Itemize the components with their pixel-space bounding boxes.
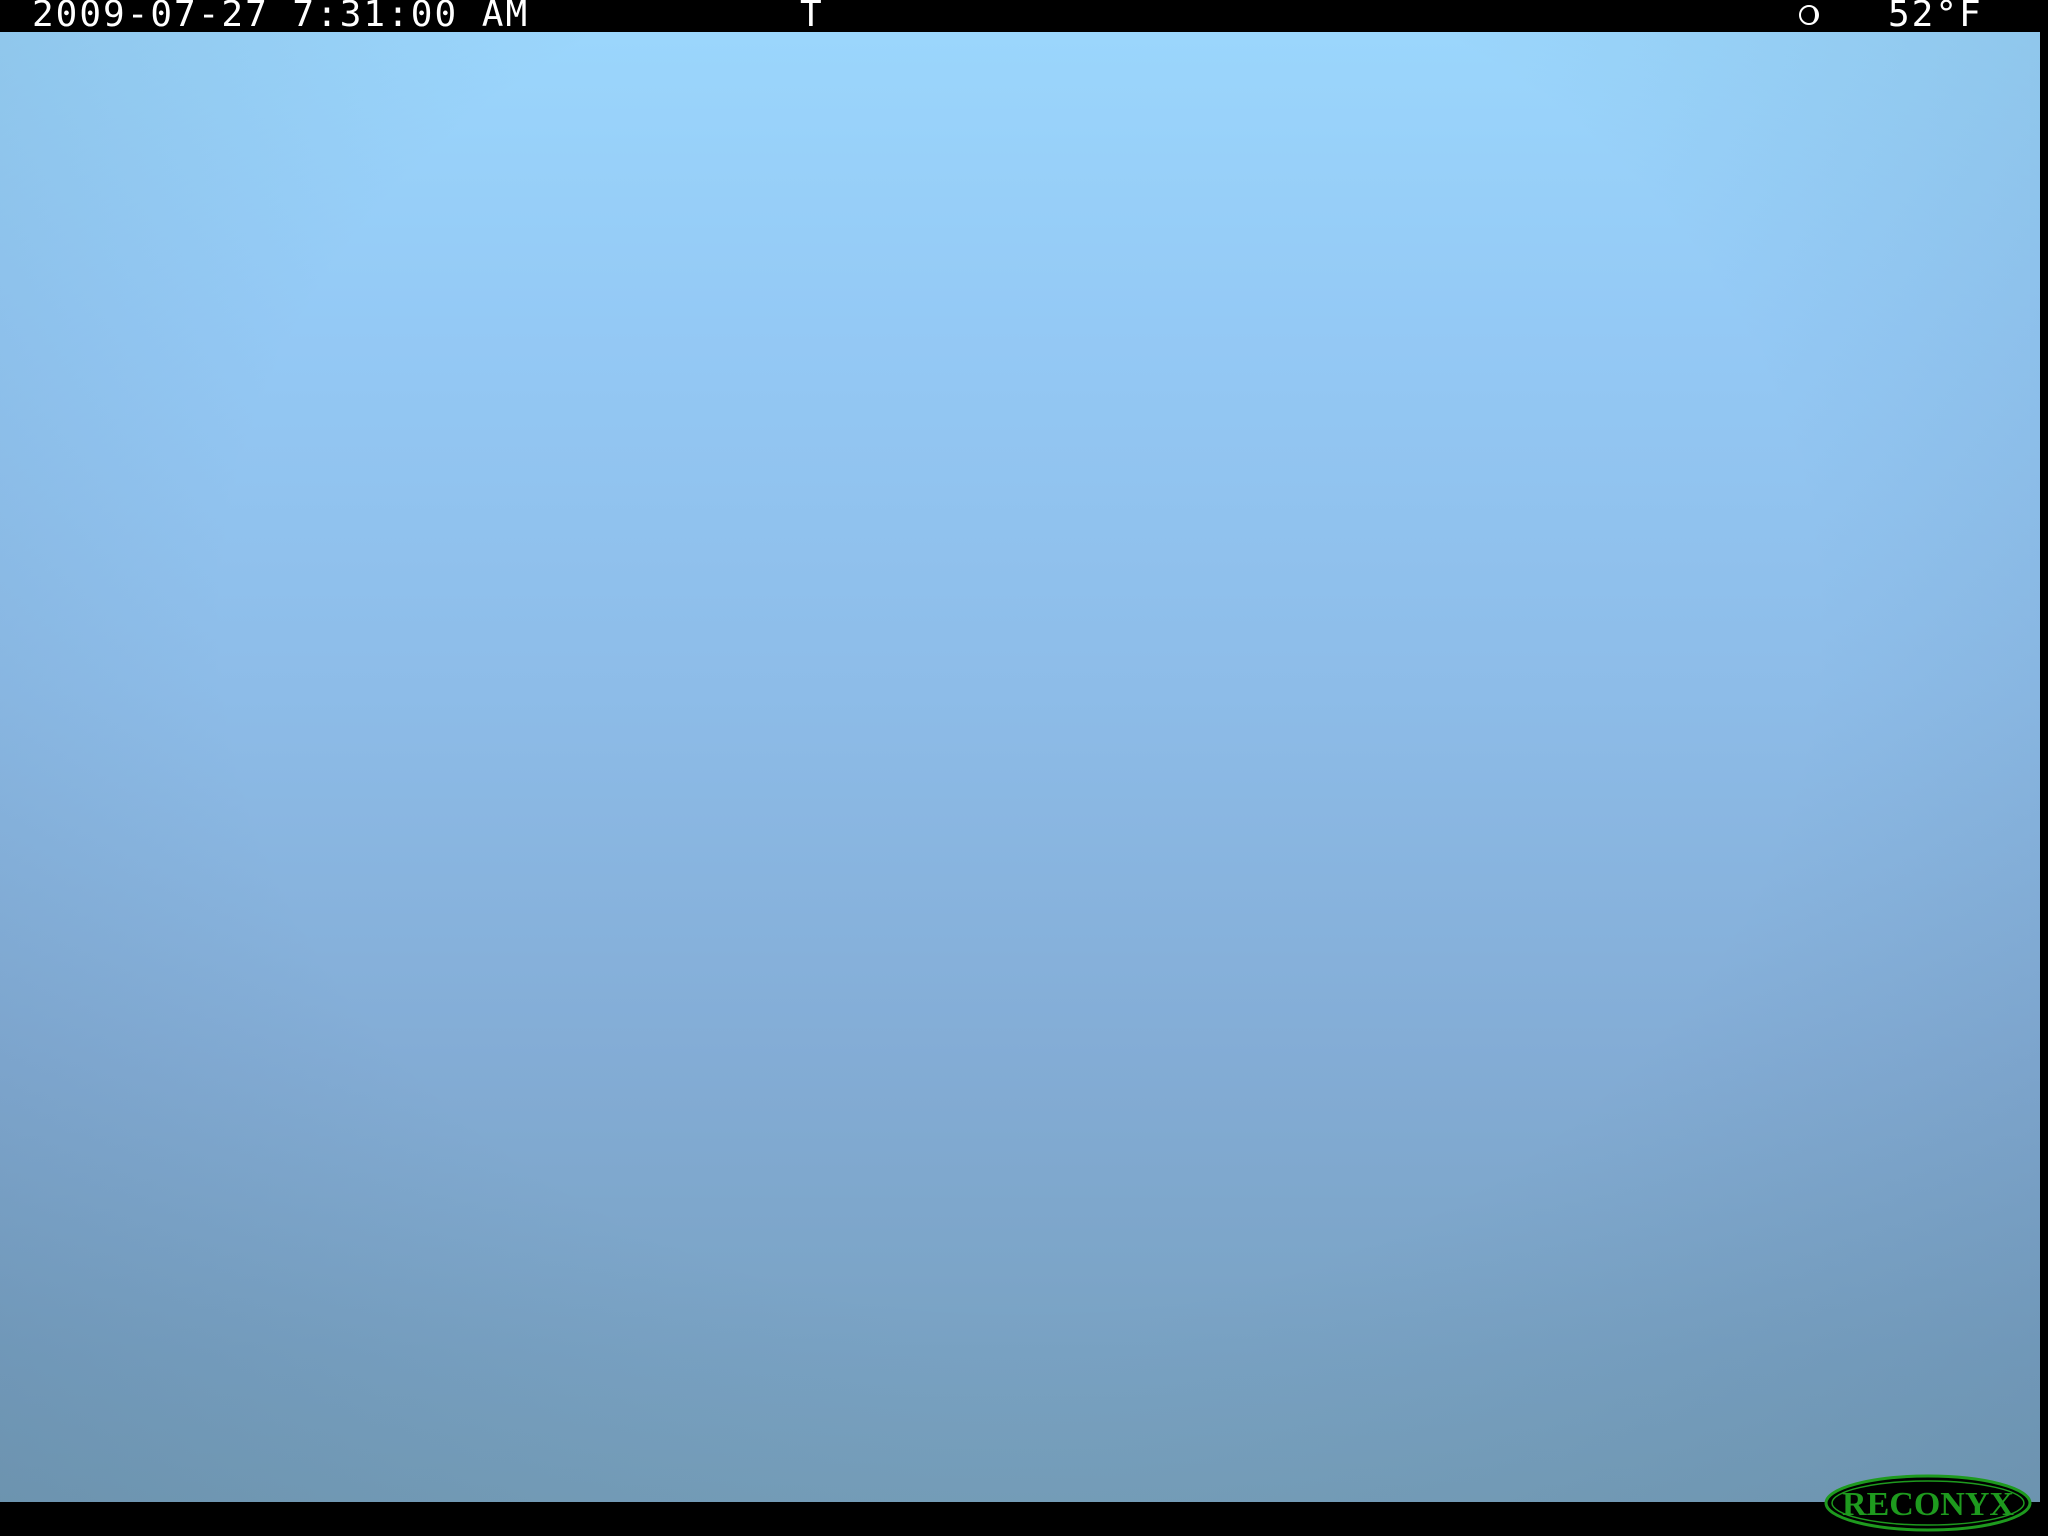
info-bottom-bar — [0, 1502, 2048, 1536]
camera-trap-frame: 2009-07-27 7:31:00 AM T 52°F RECONYX — [0, 0, 2048, 1536]
reconyx-logo: RECONYX — [1824, 1474, 2032, 1532]
frame-right-border — [2040, 32, 2048, 1502]
stamp-temperature: 52°F — [1888, 0, 1983, 35]
stamp-datetime: 2009-07-27 7:31:00 AM — [32, 0, 530, 35]
moon-phase-icon — [1799, 5, 1819, 25]
sky-scene — [0, 32, 2040, 1502]
info-stamp-bar: 2009-07-27 7:31:00 AM T 52°F — [0, 0, 2048, 35]
stamp-trigger-mode: T — [800, 0, 824, 35]
logo-text: RECONYX — [1842, 1486, 2014, 1523]
